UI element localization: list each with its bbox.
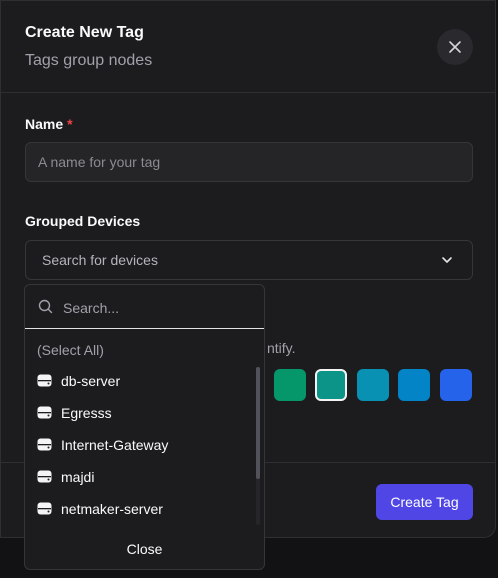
close-button[interactable]	[437, 29, 473, 65]
device-option[interactable]: netmaker-server	[37, 499, 237, 521]
server-icon	[37, 374, 52, 387]
modal-subtitle: Tags group nodes	[25, 52, 153, 69]
dropdown-scrollbar[interactable]	[256, 367, 260, 525]
chevron-down-icon	[442, 257, 452, 263]
color-swatch[interactable]	[357, 369, 389, 401]
color-swatch[interactable]	[398, 369, 430, 401]
color-swatch[interactable]	[440, 369, 472, 401]
name-label-text: Name	[25, 116, 64, 132]
server-icon	[37, 502, 52, 515]
dropdown-search	[25, 285, 264, 329]
server-icon	[37, 406, 52, 419]
color-hint-text: ntify.	[267, 340, 296, 356]
devices-select[interactable]: Search for devices	[25, 240, 473, 280]
server-icon	[37, 438, 52, 451]
color-swatch[interactable]	[274, 369, 306, 401]
dropdown-scroll-thumb[interactable]	[256, 367, 260, 479]
name-label: Name *	[25, 116, 73, 132]
name-input[interactable]	[25, 142, 473, 182]
device-option[interactable]: Egresss	[37, 403, 237, 425]
search-icon	[38, 299, 53, 314]
device-option[interactable]: majdi	[37, 467, 237, 489]
server-icon	[37, 470, 52, 483]
device-option[interactable]: Internet-Gateway	[37, 435, 237, 457]
devices-select-placeholder: Search for devices	[42, 252, 158, 268]
device-option-label: db-server	[61, 373, 121, 389]
dropdown-search-input[interactable]	[61, 295, 255, 321]
device-option-label: Egresss	[61, 405, 112, 421]
dropdown-close-button[interactable]: Close	[25, 541, 264, 557]
required-marker: *	[67, 116, 73, 132]
devices-dropdown: (Select All) db-server Egresss Internet-…	[24, 284, 265, 570]
color-swatch-selected[interactable]	[315, 369, 347, 401]
device-option-label: Internet-Gateway	[61, 437, 169, 453]
create-tag-button[interactable]: Create Tag	[376, 484, 473, 520]
device-option-label: majdi	[61, 469, 95, 485]
close-icon	[449, 41, 461, 53]
device-option-label: netmaker-server	[61, 501, 163, 517]
device-option[interactable]: db-server	[37, 371, 237, 393]
modal-header: Create New Tag Tags group nodes	[1, 1, 495, 93]
modal-title: Create New Tag	[25, 24, 144, 41]
select-all-option[interactable]: (Select All)	[37, 342, 104, 358]
grouped-devices-label: Grouped Devices	[25, 213, 141, 229]
